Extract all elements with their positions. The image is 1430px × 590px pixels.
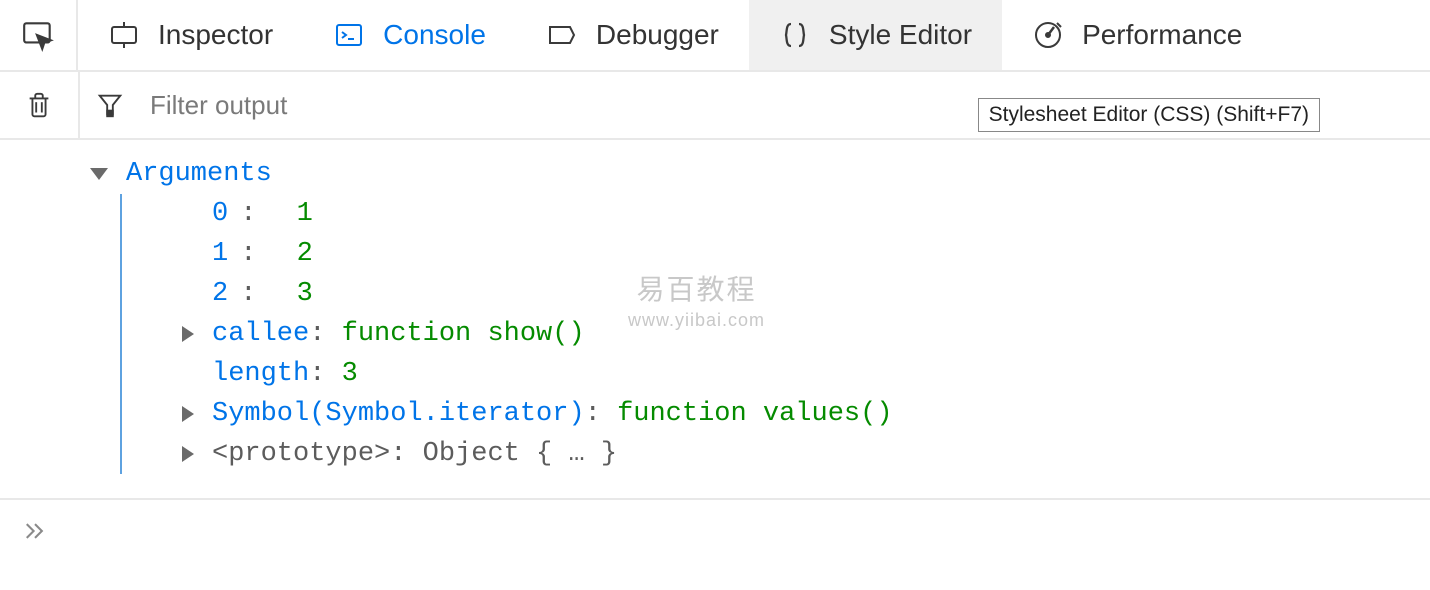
tab-label: Style Editor [829,19,972,51]
disclosure-open-icon [90,168,108,180]
clear-console-button[interactable] [0,90,78,120]
console-output: Arguments 0: 1 1: 2 2: 3 callee: functio… [0,140,1430,500]
chevron-double-right-icon [20,520,50,542]
property-row[interactable]: <prototype>: Object { … } [182,434,1430,474]
disclosure-closed-icon [182,446,194,462]
debugger-icon [546,19,578,51]
trash-icon [24,90,54,120]
style-editor-icon [779,19,811,51]
filter-funnel-button[interactable] [80,90,140,120]
property-row[interactable]: 2: 3 [182,274,1430,314]
pick-element-button[interactable] [0,0,78,70]
property-row[interactable]: 0: 1 [182,194,1430,234]
object-children: 0: 1 1: 2 2: 3 callee: function show() l… [120,194,1430,474]
console-prompt[interactable] [0,500,1430,562]
object-root[interactable]: Arguments [90,154,1430,194]
tab-label: Inspector [158,19,273,51]
property-row[interactable]: 1: 2 [182,234,1430,274]
console-toolbar: Stylesheet Editor (CSS) (Shift+F7) [0,72,1430,140]
tab-console[interactable]: Console [303,0,516,70]
disclosure-closed-icon [182,326,194,342]
property-row[interactable]: Symbol(Symbol.iterator): function values… [182,394,1430,434]
tab-style-editor[interactable]: Style Editor [749,0,1002,70]
console-icon [333,19,365,51]
tab-label: Performance [1082,19,1242,51]
devtools-tabbar: Inspector Console Debugger Style Editor … [0,0,1430,72]
tooltip: Stylesheet Editor (CSS) (Shift+F7) [978,98,1320,132]
tab-inspector[interactable]: Inspector [78,0,303,70]
inspector-icon [108,19,140,51]
funnel-icon [95,90,125,120]
tab-label: Console [383,19,486,51]
tab-performance[interactable]: Performance [1002,0,1272,70]
tab-debugger[interactable]: Debugger [516,0,749,70]
property-row[interactable]: callee: function show() [182,314,1430,354]
property-row[interactable]: length: 3 [182,354,1430,394]
performance-icon [1032,19,1064,51]
disclosure-closed-icon [182,406,194,422]
tab-label: Debugger [596,19,719,51]
object-label: Arguments [126,159,272,189]
